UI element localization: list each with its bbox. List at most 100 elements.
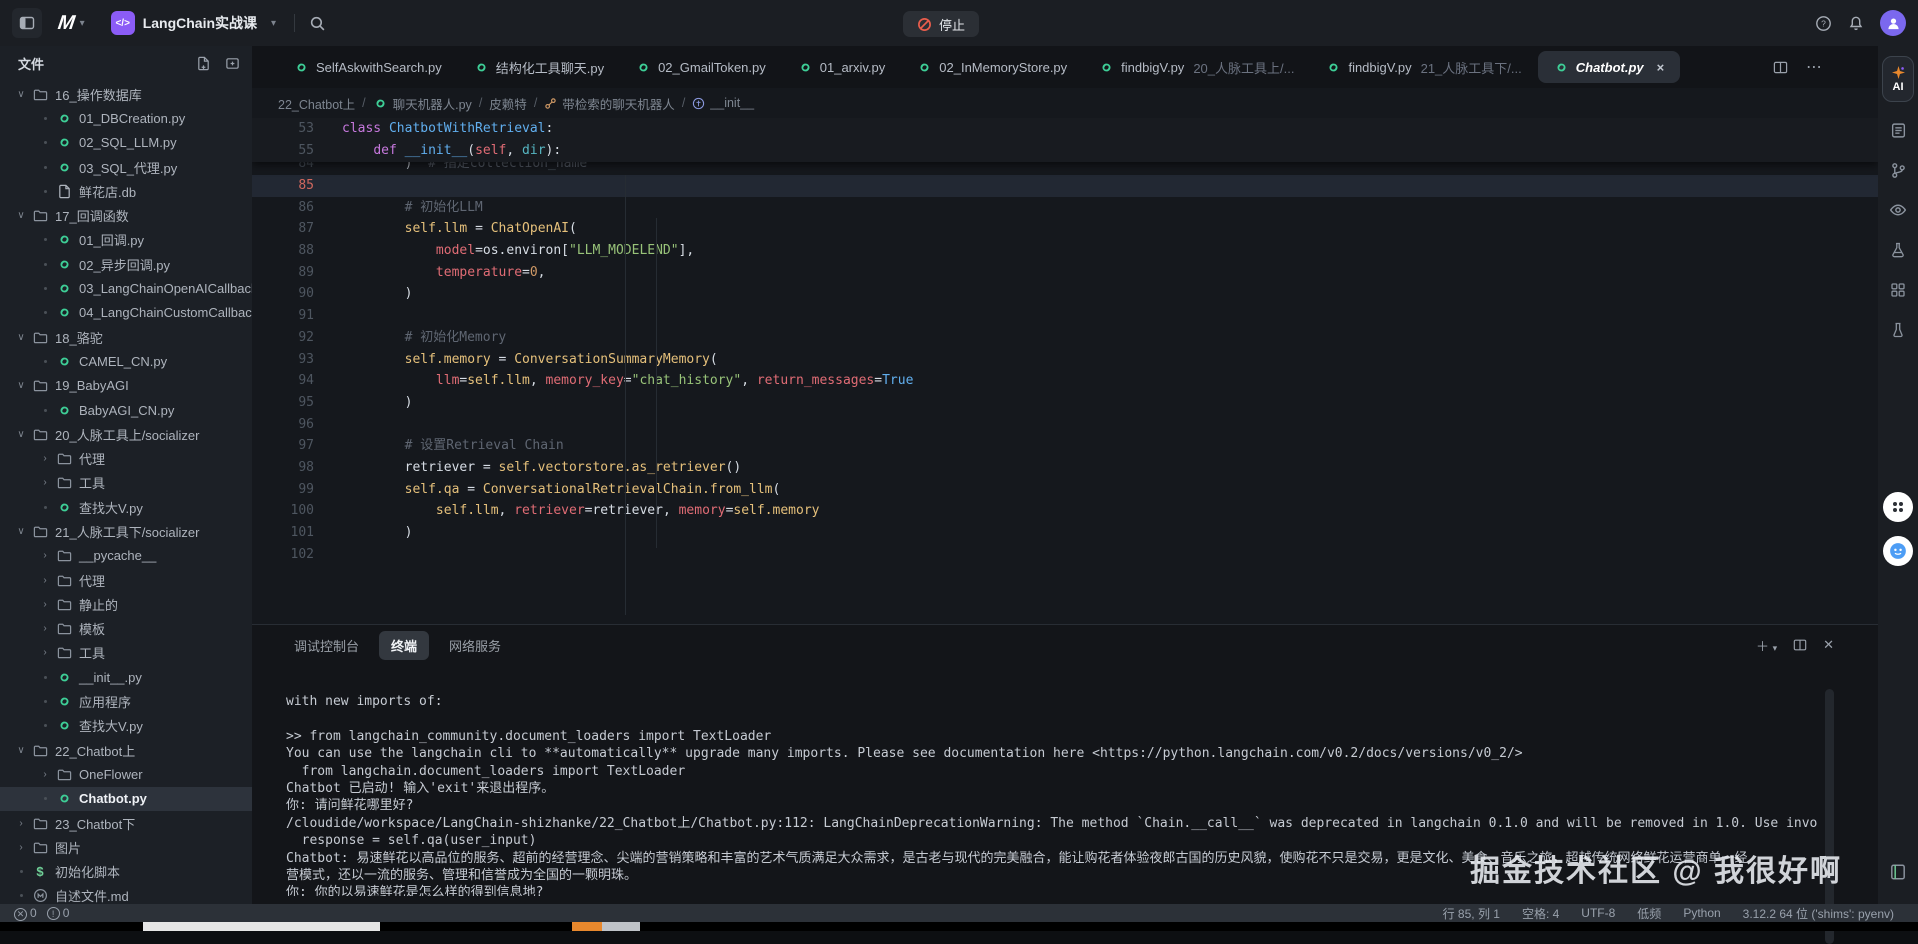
chevron-right-icon[interactable]: › <box>38 550 52 561</box>
editor-tab[interactable]: findbigV.py21_人脉工具下/... <box>1310 51 1537 83</box>
file-tree-item[interactable]: Chatbot.py <box>0 787 252 811</box>
sidebar-toggle-icon[interactable] <box>12 8 42 38</box>
editor-tab[interactable]: 01_arxiv.py <box>782 51 902 83</box>
close-icon[interactable]: × <box>1657 60 1665 75</box>
file-tree-item[interactable]: 01_DBCreation.py <box>0 106 252 130</box>
file-tree-item[interactable]: CAMEL_CN.py <box>0 349 252 373</box>
file-tree-item[interactable]: ›工具 <box>0 641 252 665</box>
chat-doc-icon[interactable] <box>1886 118 1910 142</box>
panel-tab-终端[interactable]: 终端 <box>379 631 429 660</box>
stop-button[interactable]: 停止 <box>903 11 979 37</box>
chevron-down-icon[interactable]: ∨ <box>14 89 28 100</box>
chevron-down-icon[interactable]: ∨ <box>14 210 28 221</box>
breadcrumb-item[interactable]: 22_Chatbot上 <box>278 94 355 113</box>
project-switcher[interactable]: </> LangChain实战课 ▾ <box>111 11 276 35</box>
git-branch-icon[interactable] <box>1886 158 1910 182</box>
file-tree-item[interactable]: ›模板 <box>0 617 252 641</box>
assistant-face-icon[interactable] <box>1883 536 1913 566</box>
chevron-right-icon[interactable]: › <box>14 842 28 853</box>
editor-tab[interactable]: findbigV.py20_人脉工具上/... <box>1083 51 1310 83</box>
status-item[interactable]: UTF-8 <box>1581 906 1615 920</box>
chevron-right-icon[interactable]: › <box>14 818 28 829</box>
file-tree-item[interactable]: ∨22_Chatbot上 <box>0 738 252 762</box>
editor-tab[interactable]: Chatbot.py× <box>1538 51 1680 83</box>
chevron-right-icon[interactable]: › <box>38 477 52 488</box>
file-tree-item[interactable]: ∨20_人脉工具上/socializer <box>0 422 252 446</box>
plugin-badge-icon[interactable] <box>1883 492 1913 522</box>
panel-tab-网络服务[interactable]: 网络服务 <box>437 631 513 660</box>
panel-tab-调试控制台[interactable]: 调试控制台 <box>282 631 371 660</box>
status-item[interactable]: 空格: 4 <box>1522 905 1559 922</box>
error-count[interactable]: ✕0 <box>14 906 37 921</box>
file-tree[interactable]: ∨16_操作数据库01_DBCreation.py02_SQL_LLM.py03… <box>0 82 252 904</box>
chevron-down-icon[interactable]: ∨ <box>14 429 28 440</box>
split-editor-icon[interactable] <box>1773 60 1788 75</box>
editor-tab[interactable]: 02_GmailToken.py <box>620 51 782 83</box>
chevron-right-icon[interactable]: › <box>38 647 52 658</box>
status-item[interactable]: 3.12.2 64 位 ('shims': pyenv) <box>1743 905 1894 922</box>
bell-icon[interactable] <box>1848 15 1864 31</box>
status-item[interactable]: 行 85, 列 1 <box>1443 905 1500 922</box>
file-tree-item[interactable]: 02_SQL_LLM.py <box>0 131 252 155</box>
help-icon[interactable]: ? <box>1815 15 1832 32</box>
eye-icon[interactable] <box>1886 198 1910 222</box>
file-tree-item[interactable]: 鲜花店.db <box>0 179 252 203</box>
file-tree-item[interactable]: 02_异步回调.py <box>0 252 252 276</box>
chevron-right-icon[interactable]: › <box>38 599 52 610</box>
chevron-down-icon[interactable]: ▾ <box>80 18 85 29</box>
file-tree-item[interactable]: ›工具 <box>0 471 252 495</box>
book-icon[interactable] <box>1886 860 1910 884</box>
warning-count[interactable]: !0 <box>47 906 70 921</box>
chevron-right-icon[interactable]: › <box>38 575 52 586</box>
file-tree-item[interactable]: ∨16_操作数据库 <box>0 82 252 106</box>
file-tree-item[interactable]: 04_LangChainCustomCallback... <box>0 301 252 325</box>
file-tree-item[interactable]: 01_回调.py <box>0 228 252 252</box>
more-actions-icon[interactable]: ⋯ <box>1806 57 1822 77</box>
file-tree-item[interactable]: $初始化脚本 <box>0 860 252 884</box>
file-tree-item[interactable]: 查找大V.py <box>0 495 252 519</box>
breadcrumb-item[interactable]: 带检索的聊天机器人 <box>544 94 675 113</box>
grid-icon[interactable] <box>1886 278 1910 302</box>
chevron-down-icon[interactable]: ∨ <box>14 526 28 537</box>
file-tree-item[interactable]: ›OneFlower <box>0 762 252 786</box>
file-tree-item[interactable]: ›__pycache__ <box>0 544 252 568</box>
breadcrumb-item[interactable]: 皮赖特 <box>489 94 527 113</box>
code-area[interactable]: 53class ChatbotWithRetrieval:55 def __in… <box>252 118 1878 624</box>
new-file-icon[interactable] <box>196 56 211 71</box>
breadcrumb-item[interactable]: 聊天机器人.py <box>373 94 472 113</box>
close-panel-icon[interactable]: ✕ <box>1823 637 1834 653</box>
file-tree-item[interactable]: __init__.py <box>0 665 252 689</box>
file-tree-item[interactable]: 03_SQL_代理.py <box>0 155 252 179</box>
file-tree-item[interactable]: 查找大V.py <box>0 714 252 738</box>
file-tree-item[interactable]: ›代理 <box>0 446 252 470</box>
editor-tab[interactable]: 结构化工具聊天.py <box>458 51 620 83</box>
file-tree-item[interactable]: BabyAGI_CN.py <box>0 398 252 422</box>
status-item[interactable]: Python <box>1683 906 1720 920</box>
file-tree-item[interactable]: 自述文件.md <box>0 884 252 904</box>
file-tree-item[interactable]: ›静止的 <box>0 592 252 616</box>
split-terminal-icon[interactable] <box>1793 638 1807 652</box>
beaker-icon[interactable] <box>1886 318 1910 342</box>
breadcrumb[interactable]: 22_Chatbot上/聊天机器人.py/皮赖特/带检索的聊天机器人/__ini… <box>252 88 1878 118</box>
chevron-down-icon[interactable]: ∨ <box>14 332 28 343</box>
file-tree-item[interactable]: 应用程序 <box>0 689 252 713</box>
file-tree-item[interactable]: ∨17_回调函数 <box>0 203 252 227</box>
status-item[interactable]: 低频 <box>1637 905 1661 922</box>
avatar[interactable] <box>1880 10 1906 36</box>
chevron-down-icon[interactable]: ∨ <box>14 745 28 756</box>
editor-tab[interactable]: 02_InMemoryStore.py <box>901 51 1083 83</box>
new-terminal-icon[interactable]: ＋ ▾ <box>1756 636 1777 655</box>
chevron-right-icon[interactable]: › <box>38 769 52 780</box>
file-tree-item[interactable]: ∨21_人脉工具下/socializer <box>0 519 252 543</box>
file-tree-item[interactable]: 03_LangChainOpenAICallback... <box>0 276 252 300</box>
app-logo[interactable]: M <box>56 12 75 35</box>
breadcrumb-item[interactable]: __init__ <box>692 96 754 110</box>
chevron-down-icon[interactable]: ∨ <box>14 380 28 391</box>
file-tree-item[interactable]: ›图片 <box>0 835 252 859</box>
new-folder-icon[interactable] <box>225 56 240 71</box>
ai-button[interactable]: AI <box>1882 56 1914 102</box>
editor-tab[interactable]: SelfAskwithSearch.py <box>278 51 458 83</box>
file-tree-item[interactable]: ∨18_骆驼 <box>0 325 252 349</box>
file-tree-item[interactable]: ∨19_BabyAGI <box>0 374 252 398</box>
chevron-right-icon[interactable]: › <box>38 623 52 634</box>
